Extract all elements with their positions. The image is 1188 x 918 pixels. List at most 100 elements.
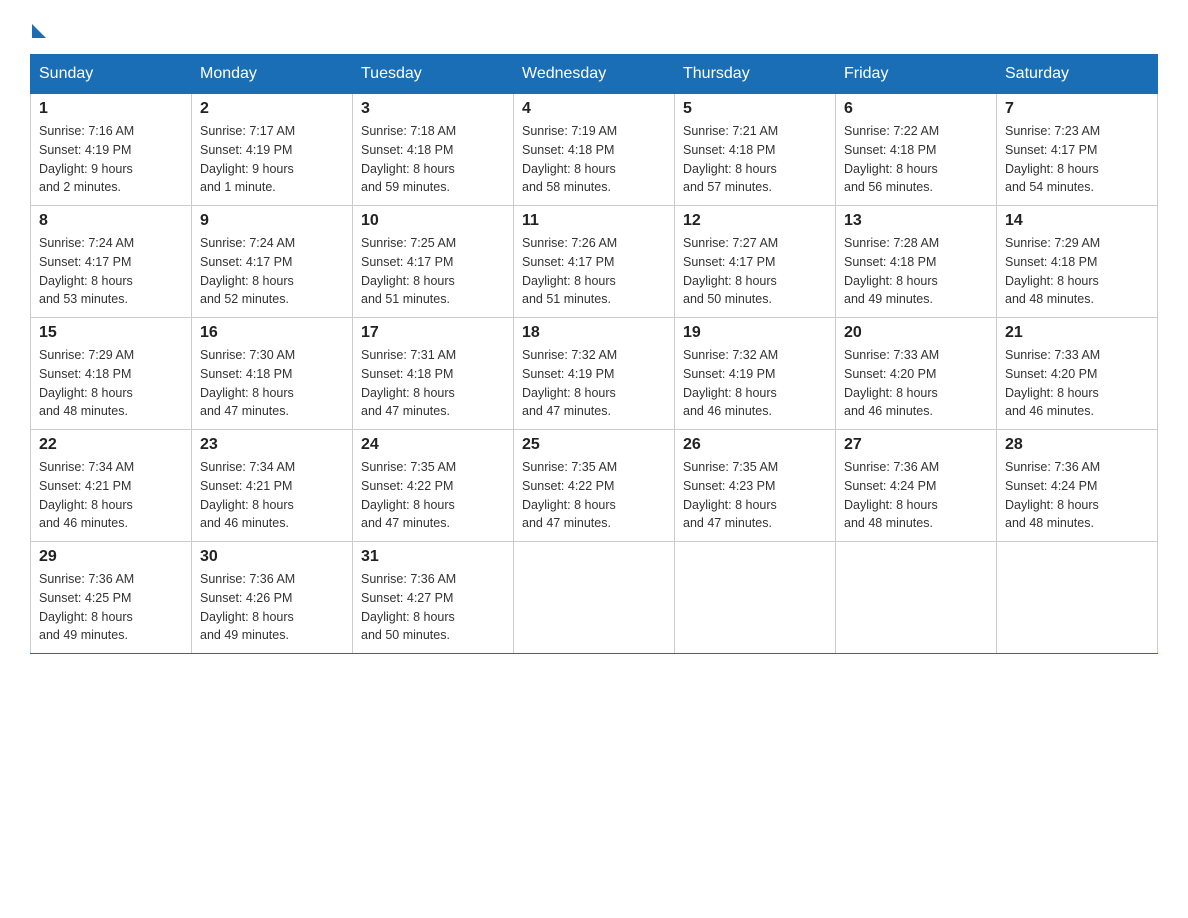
logo-arrow-icon [32, 24, 46, 38]
day-number: 2 [200, 100, 344, 118]
calendar-cell [675, 542, 836, 654]
day-number: 26 [683, 436, 827, 454]
day-info: Sunrise: 7:31 AMSunset: 4:18 PMDaylight:… [361, 346, 505, 421]
calendar-cell: 31 Sunrise: 7:36 AMSunset: 4:27 PMDaylig… [353, 542, 514, 654]
calendar-cell: 7 Sunrise: 7:23 AMSunset: 4:17 PMDayligh… [997, 94, 1158, 206]
day-info: Sunrise: 7:30 AMSunset: 4:18 PMDaylight:… [200, 346, 344, 421]
day-info: Sunrise: 7:16 AMSunset: 4:19 PMDaylight:… [39, 122, 183, 197]
calendar-cell [836, 542, 997, 654]
day-number: 24 [361, 436, 505, 454]
calendar-cell [514, 542, 675, 654]
calendar-cell: 10 Sunrise: 7:25 AMSunset: 4:17 PMDaylig… [353, 206, 514, 318]
day-info: Sunrise: 7:36 AMSunset: 4:25 PMDaylight:… [39, 570, 183, 645]
day-info: Sunrise: 7:29 AMSunset: 4:18 PMDaylight:… [39, 346, 183, 421]
calendar-cell: 4 Sunrise: 7:19 AMSunset: 4:18 PMDayligh… [514, 94, 675, 206]
day-number: 23 [200, 436, 344, 454]
day-info: Sunrise: 7:26 AMSunset: 4:17 PMDaylight:… [522, 234, 666, 309]
logo [30, 20, 46, 34]
day-info: Sunrise: 7:18 AMSunset: 4:18 PMDaylight:… [361, 122, 505, 197]
day-info: Sunrise: 7:23 AMSunset: 4:17 PMDaylight:… [1005, 122, 1149, 197]
day-number: 16 [200, 324, 344, 342]
day-number: 1 [39, 100, 183, 118]
calendar-header-row: SundayMondayTuesdayWednesdayThursdayFrid… [31, 55, 1158, 94]
calendar-cell [997, 542, 1158, 654]
calendar-cell: 12 Sunrise: 7:27 AMSunset: 4:17 PMDaylig… [675, 206, 836, 318]
col-header-friday: Friday [836, 55, 997, 94]
day-number: 29 [39, 548, 183, 566]
calendar-cell: 24 Sunrise: 7:35 AMSunset: 4:22 PMDaylig… [353, 430, 514, 542]
day-number: 10 [361, 212, 505, 230]
day-number: 31 [361, 548, 505, 566]
day-number: 6 [844, 100, 988, 118]
calendar-cell: 23 Sunrise: 7:34 AMSunset: 4:21 PMDaylig… [192, 430, 353, 542]
col-header-tuesday: Tuesday [353, 55, 514, 94]
calendar-cell: 27 Sunrise: 7:36 AMSunset: 4:24 PMDaylig… [836, 430, 997, 542]
day-info: Sunrise: 7:28 AMSunset: 4:18 PMDaylight:… [844, 234, 988, 309]
calendar-cell: 30 Sunrise: 7:36 AMSunset: 4:26 PMDaylig… [192, 542, 353, 654]
day-number: 14 [1005, 212, 1149, 230]
day-number: 4 [522, 100, 666, 118]
day-number: 3 [361, 100, 505, 118]
day-number: 7 [1005, 100, 1149, 118]
calendar-cell: 19 Sunrise: 7:32 AMSunset: 4:19 PMDaylig… [675, 318, 836, 430]
day-number: 15 [39, 324, 183, 342]
day-info: Sunrise: 7:29 AMSunset: 4:18 PMDaylight:… [1005, 234, 1149, 309]
calendar-cell: 9 Sunrise: 7:24 AMSunset: 4:17 PMDayligh… [192, 206, 353, 318]
page-header [30, 20, 1158, 34]
day-info: Sunrise: 7:36 AMSunset: 4:24 PMDaylight:… [844, 458, 988, 533]
day-info: Sunrise: 7:36 AMSunset: 4:24 PMDaylight:… [1005, 458, 1149, 533]
calendar-cell: 25 Sunrise: 7:35 AMSunset: 4:22 PMDaylig… [514, 430, 675, 542]
calendar-cell: 22 Sunrise: 7:34 AMSunset: 4:21 PMDaylig… [31, 430, 192, 542]
calendar-cell: 13 Sunrise: 7:28 AMSunset: 4:18 PMDaylig… [836, 206, 997, 318]
calendar-table: SundayMondayTuesdayWednesdayThursdayFrid… [30, 54, 1158, 654]
col-header-wednesday: Wednesday [514, 55, 675, 94]
day-info: Sunrise: 7:34 AMSunset: 4:21 PMDaylight:… [200, 458, 344, 533]
calendar-cell: 3 Sunrise: 7:18 AMSunset: 4:18 PMDayligh… [353, 94, 514, 206]
day-info: Sunrise: 7:36 AMSunset: 4:26 PMDaylight:… [200, 570, 344, 645]
calendar-week-row: 15 Sunrise: 7:29 AMSunset: 4:18 PMDaylig… [31, 318, 1158, 430]
day-number: 17 [361, 324, 505, 342]
calendar-cell: 16 Sunrise: 7:30 AMSunset: 4:18 PMDaylig… [192, 318, 353, 430]
day-number: 21 [1005, 324, 1149, 342]
calendar-cell: 8 Sunrise: 7:24 AMSunset: 4:17 PMDayligh… [31, 206, 192, 318]
day-number: 20 [844, 324, 988, 342]
calendar-week-row: 29 Sunrise: 7:36 AMSunset: 4:25 PMDaylig… [31, 542, 1158, 654]
day-info: Sunrise: 7:35 AMSunset: 4:23 PMDaylight:… [683, 458, 827, 533]
calendar-week-row: 8 Sunrise: 7:24 AMSunset: 4:17 PMDayligh… [31, 206, 1158, 318]
day-number: 5 [683, 100, 827, 118]
day-info: Sunrise: 7:24 AMSunset: 4:17 PMDaylight:… [200, 234, 344, 309]
col-header-thursday: Thursday [675, 55, 836, 94]
calendar-week-row: 22 Sunrise: 7:34 AMSunset: 4:21 PMDaylig… [31, 430, 1158, 542]
calendar-cell: 17 Sunrise: 7:31 AMSunset: 4:18 PMDaylig… [353, 318, 514, 430]
calendar-cell: 15 Sunrise: 7:29 AMSunset: 4:18 PMDaylig… [31, 318, 192, 430]
day-info: Sunrise: 7:27 AMSunset: 4:17 PMDaylight:… [683, 234, 827, 309]
day-number: 11 [522, 212, 666, 230]
day-info: Sunrise: 7:17 AMSunset: 4:19 PMDaylight:… [200, 122, 344, 197]
day-number: 13 [844, 212, 988, 230]
day-info: Sunrise: 7:34 AMSunset: 4:21 PMDaylight:… [39, 458, 183, 533]
day-number: 30 [200, 548, 344, 566]
col-header-sunday: Sunday [31, 55, 192, 94]
day-info: Sunrise: 7:19 AMSunset: 4:18 PMDaylight:… [522, 122, 666, 197]
day-number: 12 [683, 212, 827, 230]
day-number: 9 [200, 212, 344, 230]
day-info: Sunrise: 7:36 AMSunset: 4:27 PMDaylight:… [361, 570, 505, 645]
day-info: Sunrise: 7:21 AMSunset: 4:18 PMDaylight:… [683, 122, 827, 197]
day-info: Sunrise: 7:33 AMSunset: 4:20 PMDaylight:… [844, 346, 988, 421]
day-info: Sunrise: 7:32 AMSunset: 4:19 PMDaylight:… [522, 346, 666, 421]
day-number: 28 [1005, 436, 1149, 454]
day-info: Sunrise: 7:25 AMSunset: 4:17 PMDaylight:… [361, 234, 505, 309]
calendar-cell: 2 Sunrise: 7:17 AMSunset: 4:19 PMDayligh… [192, 94, 353, 206]
calendar-cell: 26 Sunrise: 7:35 AMSunset: 4:23 PMDaylig… [675, 430, 836, 542]
day-info: Sunrise: 7:32 AMSunset: 4:19 PMDaylight:… [683, 346, 827, 421]
calendar-cell: 11 Sunrise: 7:26 AMSunset: 4:17 PMDaylig… [514, 206, 675, 318]
day-number: 25 [522, 436, 666, 454]
col-header-monday: Monday [192, 55, 353, 94]
calendar-cell: 20 Sunrise: 7:33 AMSunset: 4:20 PMDaylig… [836, 318, 997, 430]
calendar-cell: 28 Sunrise: 7:36 AMSunset: 4:24 PMDaylig… [997, 430, 1158, 542]
calendar-week-row: 1 Sunrise: 7:16 AMSunset: 4:19 PMDayligh… [31, 94, 1158, 206]
day-info: Sunrise: 7:22 AMSunset: 4:18 PMDaylight:… [844, 122, 988, 197]
calendar-cell: 14 Sunrise: 7:29 AMSunset: 4:18 PMDaylig… [997, 206, 1158, 318]
calendar-cell: 21 Sunrise: 7:33 AMSunset: 4:20 PMDaylig… [997, 318, 1158, 430]
col-header-saturday: Saturday [997, 55, 1158, 94]
